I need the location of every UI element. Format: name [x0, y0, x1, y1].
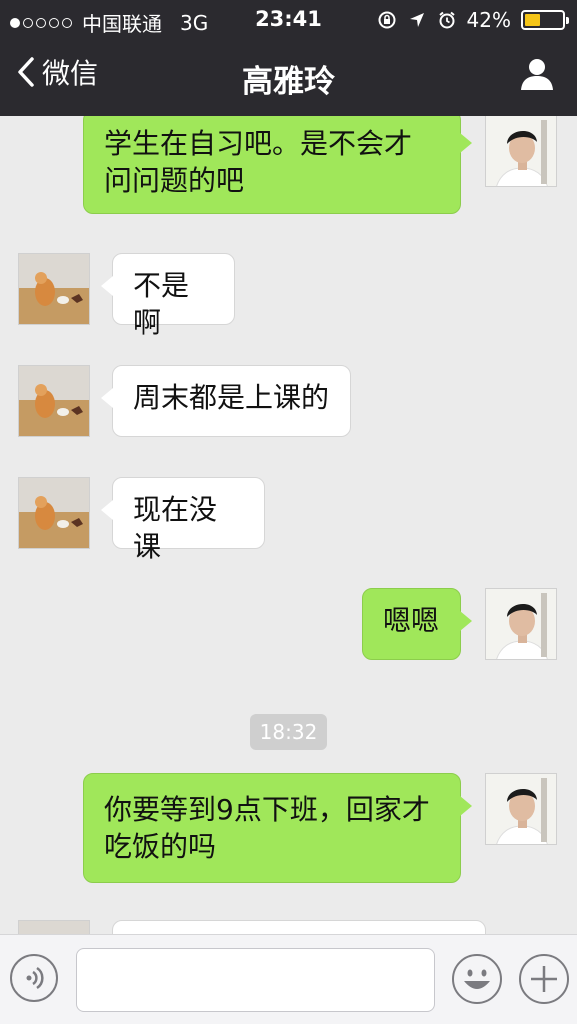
person-photo-icon	[486, 116, 556, 186]
my-avatar[interactable]	[485, 773, 557, 845]
voice-input-icon[interactable]	[9, 953, 59, 1003]
alarm-clock-icon	[438, 11, 455, 29]
status-bar: 中国联通 3G 23:41 42%	[0, 0, 577, 38]
contact-avatar[interactable]	[18, 477, 90, 549]
rotation-lock-icon	[378, 11, 396, 29]
message-bubble-incoming[interactable]	[112, 920, 486, 934]
contact-avatar[interactable]	[18, 920, 90, 934]
input-bar	[0, 934, 577, 1024]
message-input[interactable]	[76, 948, 435, 1012]
chat-title: 高雅玲	[242, 64, 335, 100]
nav-bar: 微信 高雅玲	[0, 38, 577, 116]
top-bar: 中国联通 3G 23:41 42% 微信 高雅玲	[0, 0, 577, 116]
my-avatar[interactable]	[485, 588, 557, 660]
person-photo-icon	[486, 774, 556, 844]
status-right: 42%	[377, 8, 569, 32]
message-bubble-incoming[interactable]: 不是啊	[101, 253, 235, 339]
contact-profile-icon[interactable]	[517, 54, 557, 94]
beach-photo-icon	[19, 921, 89, 934]
contact-avatar[interactable]	[18, 253, 90, 325]
message-bubble-outgoing[interactable]: 嗯嗯	[362, 588, 472, 660]
beach-photo-icon	[19, 254, 89, 324]
person-photo-icon	[486, 589, 556, 659]
message-text-line: 吃饭的吗	[104, 830, 217, 863]
plus-icon[interactable]	[518, 953, 570, 1005]
emoji-icon[interactable]	[451, 953, 503, 1005]
time-divider: 18:32	[250, 714, 327, 750]
location-arrow-icon	[409, 13, 424, 27]
my-avatar[interactable]	[485, 116, 557, 187]
battery-icon	[521, 10, 569, 30]
message-bubble-incoming[interactable]: 周末都是上课的	[101, 365, 351, 437]
chat-area[interactable]: 学生在自习吧。是不会才 问问题的吧 不是啊 周末都是上课的 现在没课 嗯嗯 18…	[0, 116, 577, 934]
contact-avatar[interactable]	[18, 365, 90, 437]
message-bubble-outgoing[interactable]: 学生在自习吧。是不会才 问问题的吧	[83, 116, 472, 214]
battery-percent: 42%	[466, 8, 511, 32]
battery-fill	[525, 14, 541, 26]
message-bubble-incoming[interactable]: 现在没课	[101, 477, 265, 563]
message-text-line: 你要等到9点下班，回家才	[104, 793, 430, 826]
beach-photo-icon	[19, 478, 89, 548]
message-text-line: 学生在自习吧。是不会才	[104, 127, 413, 160]
beach-photo-icon	[19, 366, 89, 436]
message-text-line: 问问题的吧	[104, 164, 245, 197]
message-bubble-outgoing[interactable]: 你要等到9点下班，回家才 吃饭的吗	[83, 773, 472, 883]
